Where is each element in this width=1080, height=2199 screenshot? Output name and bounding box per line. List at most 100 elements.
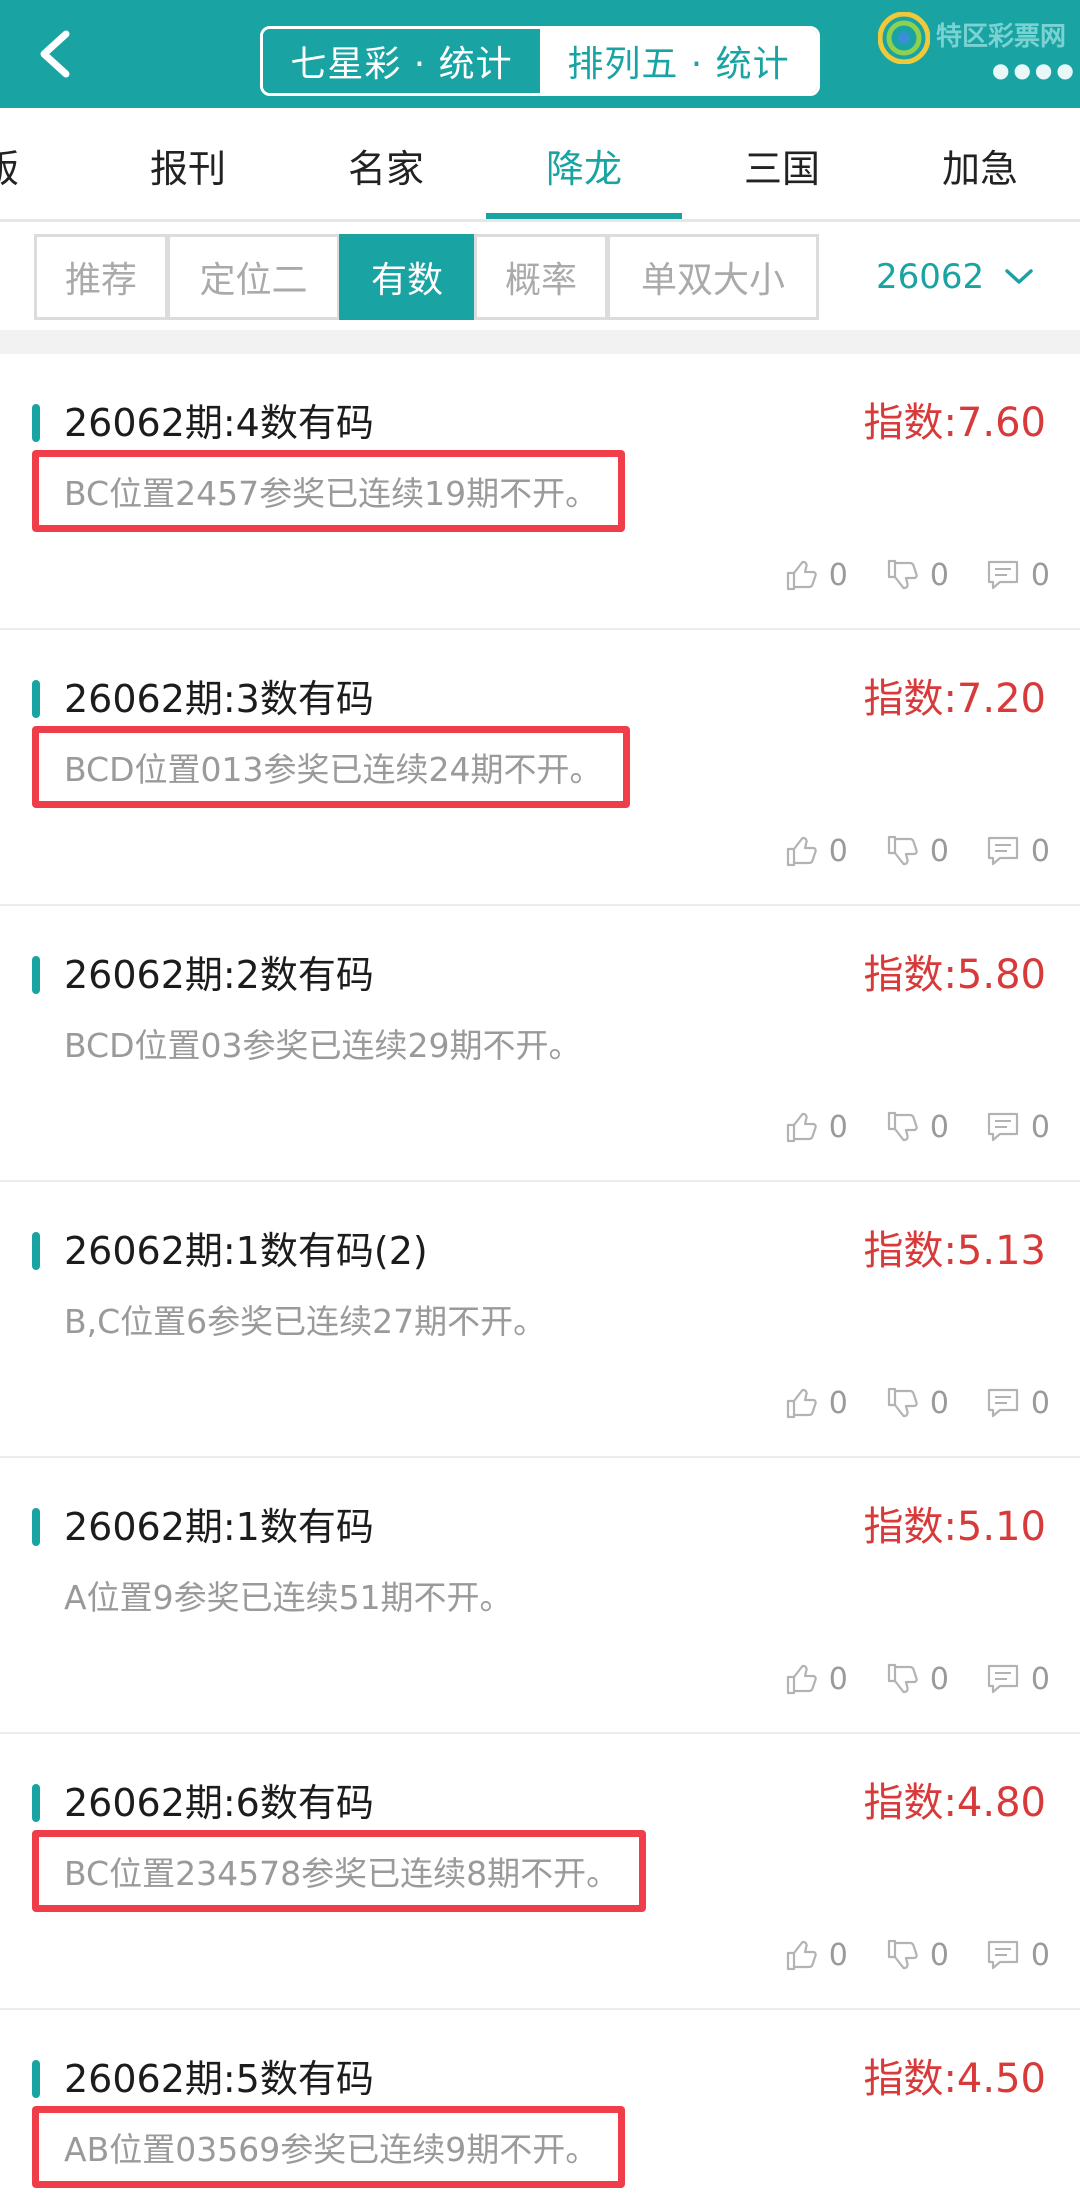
item-title: 26062期:4数有码 — [64, 401, 374, 445]
item-title: 26062期:1数有码(2) — [64, 1229, 428, 1273]
thumbs-down-icon — [887, 1663, 918, 1694]
thumbs-down-icon — [887, 559, 918, 590]
comment-button[interactable]: 0 — [985, 1661, 1050, 1697]
tab-ban[interactable]: 版 — [0, 108, 40, 222]
watermark: 特区彩票网 ●●●● — [876, 8, 1076, 82]
item-actions: 0 0 0 — [747, 826, 1050, 876]
comment-icon — [987, 1664, 1019, 1694]
dislike-count: 0 — [929, 833, 949, 869]
watermark-subtext: ●●●● — [992, 58, 1078, 82]
tab-sanguo[interactable]: 三国 — [684, 108, 880, 222]
thumbs-up-icon — [786, 1112, 817, 1143]
tab-jiaji[interactable]: 加急 — [882, 108, 1078, 222]
thumbs-down-icon — [887, 1387, 918, 1418]
item-description-box: A位置9参奖已连续51期不开。 — [32, 1554, 533, 1636]
item-accent-bar — [32, 1508, 40, 1546]
item-accent-bar — [32, 1784, 40, 1822]
filter-danshuang-daxiao[interactable]: 单双大小 — [607, 234, 819, 320]
section-divider — [0, 330, 1080, 354]
item-index: 指数:7.20 — [863, 676, 1046, 722]
item-title: 26062期:5数有码 — [64, 2057, 374, 2101]
item-index: 指数:5.13 — [863, 1228, 1046, 1274]
watermark-text: 特区彩票网 — [936, 22, 1067, 52]
item-index: 指数:5.80 — [863, 952, 1046, 998]
like-button[interactable]: 0 — [783, 557, 848, 593]
item-actions: 0 0 0 — [747, 1102, 1050, 1152]
dislike-button[interactable]: 0 — [884, 833, 949, 869]
comment-button[interactable]: 0 — [985, 1937, 1050, 1973]
tab-mingjia[interactable]: 名家 — [288, 108, 484, 222]
item-actions: 0 0 0 — [747, 550, 1050, 600]
like-button[interactable]: 0 — [783, 1937, 848, 1973]
list-item[interactable]: 26062期:6数有码 指数:4.80 BC位置234578参奖已连续8期不开。… — [0, 1734, 1080, 2010]
like-count: 0 — [828, 1385, 848, 1421]
item-description-box: AB位置03569参奖已连续9期不开。 — [32, 2106, 626, 2188]
list-item[interactable]: 26062期:5数有码 指数:4.50 AB位置03569参奖已连续9期不开。 — [0, 2010, 1080, 2199]
list-item[interactable]: 26062期:1数有码(2) 指数:5.13 B,C位置6参奖已连续27期不开。… — [0, 1182, 1080, 1458]
dislike-count: 0 — [929, 557, 949, 593]
like-button[interactable]: 0 — [783, 1661, 848, 1697]
item-actions: 0 0 0 — [747, 1378, 1050, 1428]
item-description: BC位置2457参奖已连续19期不开。 — [64, 474, 599, 513]
dislike-count: 0 — [929, 1385, 949, 1421]
item-accent-bar — [32, 680, 40, 718]
thumbs-up-icon — [786, 1940, 817, 1971]
filter-youshu[interactable]: 有数 — [339, 234, 475, 320]
filter-dingweier[interactable]: 定位二 — [167, 234, 340, 320]
like-count: 0 — [828, 557, 848, 593]
back-button[interactable] — [30, 26, 86, 82]
item-description-box: B,C位置6参奖已连续27期不开。 — [32, 1278, 566, 1360]
comment-count: 0 — [1030, 1937, 1050, 1973]
like-button[interactable]: 0 — [783, 1385, 848, 1421]
active-tab-indicator — [486, 213, 682, 219]
like-count: 0 — [828, 1937, 848, 1973]
comment-button[interactable]: 0 — [985, 557, 1050, 593]
dislike-button[interactable]: 0 — [884, 1385, 949, 1421]
item-description-box: BC位置2457参奖已连续19期不开。 — [32, 450, 626, 532]
item-accent-bar — [32, 1232, 40, 1270]
like-count: 0 — [828, 1109, 848, 1145]
like-count: 0 — [828, 833, 848, 869]
item-description-box: BCD位置013参奖已连续24期不开。 — [32, 726, 630, 808]
list-item[interactable]: 26062期:2数有码 指数:5.80 BCD位置03参奖已连续29期不开。 0… — [0, 906, 1080, 1182]
segment-qixingcai[interactable]: 七星彩 · 统计 — [263, 29, 540, 93]
comment-icon — [987, 836, 1019, 866]
dislike-button[interactable]: 0 — [884, 1937, 949, 1973]
comment-button[interactable]: 0 — [985, 833, 1050, 869]
tab-baokan[interactable]: 报刊 — [90, 108, 286, 222]
comment-button[interactable]: 0 — [985, 1385, 1050, 1421]
top-header: 七星彩 · 统计 排列五 · 统计 特区彩票网 ●●●● — [0, 0, 1080, 108]
thumbs-down-icon — [887, 1111, 918, 1142]
comment-count: 0 — [1030, 833, 1050, 869]
item-description: B,C位置6参奖已连续27期不开。 — [64, 1302, 547, 1341]
like-count: 0 — [828, 1661, 848, 1697]
lottery-segment-control: 七星彩 · 统计 排列五 · 统计 — [260, 26, 820, 96]
item-accent-bar — [32, 2060, 40, 2098]
like-button[interactable]: 0 — [783, 1109, 848, 1145]
list-item[interactable]: 26062期:4数有码 指数:7.60 BC位置2457参奖已连续19期不开。 … — [0, 354, 1080, 630]
tab-jianglong[interactable]: 降龙 — [486, 108, 682, 222]
thumbs-up-icon — [786, 836, 817, 867]
issue-select-value: 26062 — [876, 257, 985, 297]
filter-tuijian[interactable]: 推荐 — [34, 234, 168, 320]
dislike-button[interactable]: 0 — [884, 1661, 949, 1697]
like-button[interactable]: 0 — [783, 833, 848, 869]
item-description-box: BC位置234578参奖已连续8期不开。 — [32, 1830, 647, 1912]
dislike-button[interactable]: 0 — [884, 1109, 949, 1145]
item-accent-bar — [32, 956, 40, 994]
chevron-down-icon — [1005, 269, 1033, 284]
dislike-button[interactable]: 0 — [884, 557, 949, 593]
item-description: AB位置03569参奖已连续9期不开。 — [64, 2130, 599, 2169]
issue-select[interactable]: 26062 — [876, 234, 1034, 320]
thumbs-up-icon — [786, 1664, 817, 1695]
comment-button[interactable]: 0 — [985, 1109, 1050, 1145]
item-description: A位置9参奖已连续51期不开。 — [64, 1578, 513, 1617]
filter-gailv[interactable]: 概率 — [474, 234, 608, 320]
comment-count: 0 — [1030, 557, 1050, 593]
comment-count: 0 — [1030, 1385, 1050, 1421]
list-item[interactable]: 26062期:1数有码 指数:5.10 A位置9参奖已连续51期不开。 0 0 — [0, 1458, 1080, 1734]
item-index: 指数:7.60 — [863, 400, 1046, 446]
segment-pailiewu[interactable]: 排列五 · 统计 — [540, 29, 817, 93]
list-item[interactable]: 26062期:3数有码 指数:7.20 BCD位置013参奖已连续24期不开。 … — [0, 630, 1080, 906]
item-actions: 0 0 0 — [747, 1930, 1050, 1980]
